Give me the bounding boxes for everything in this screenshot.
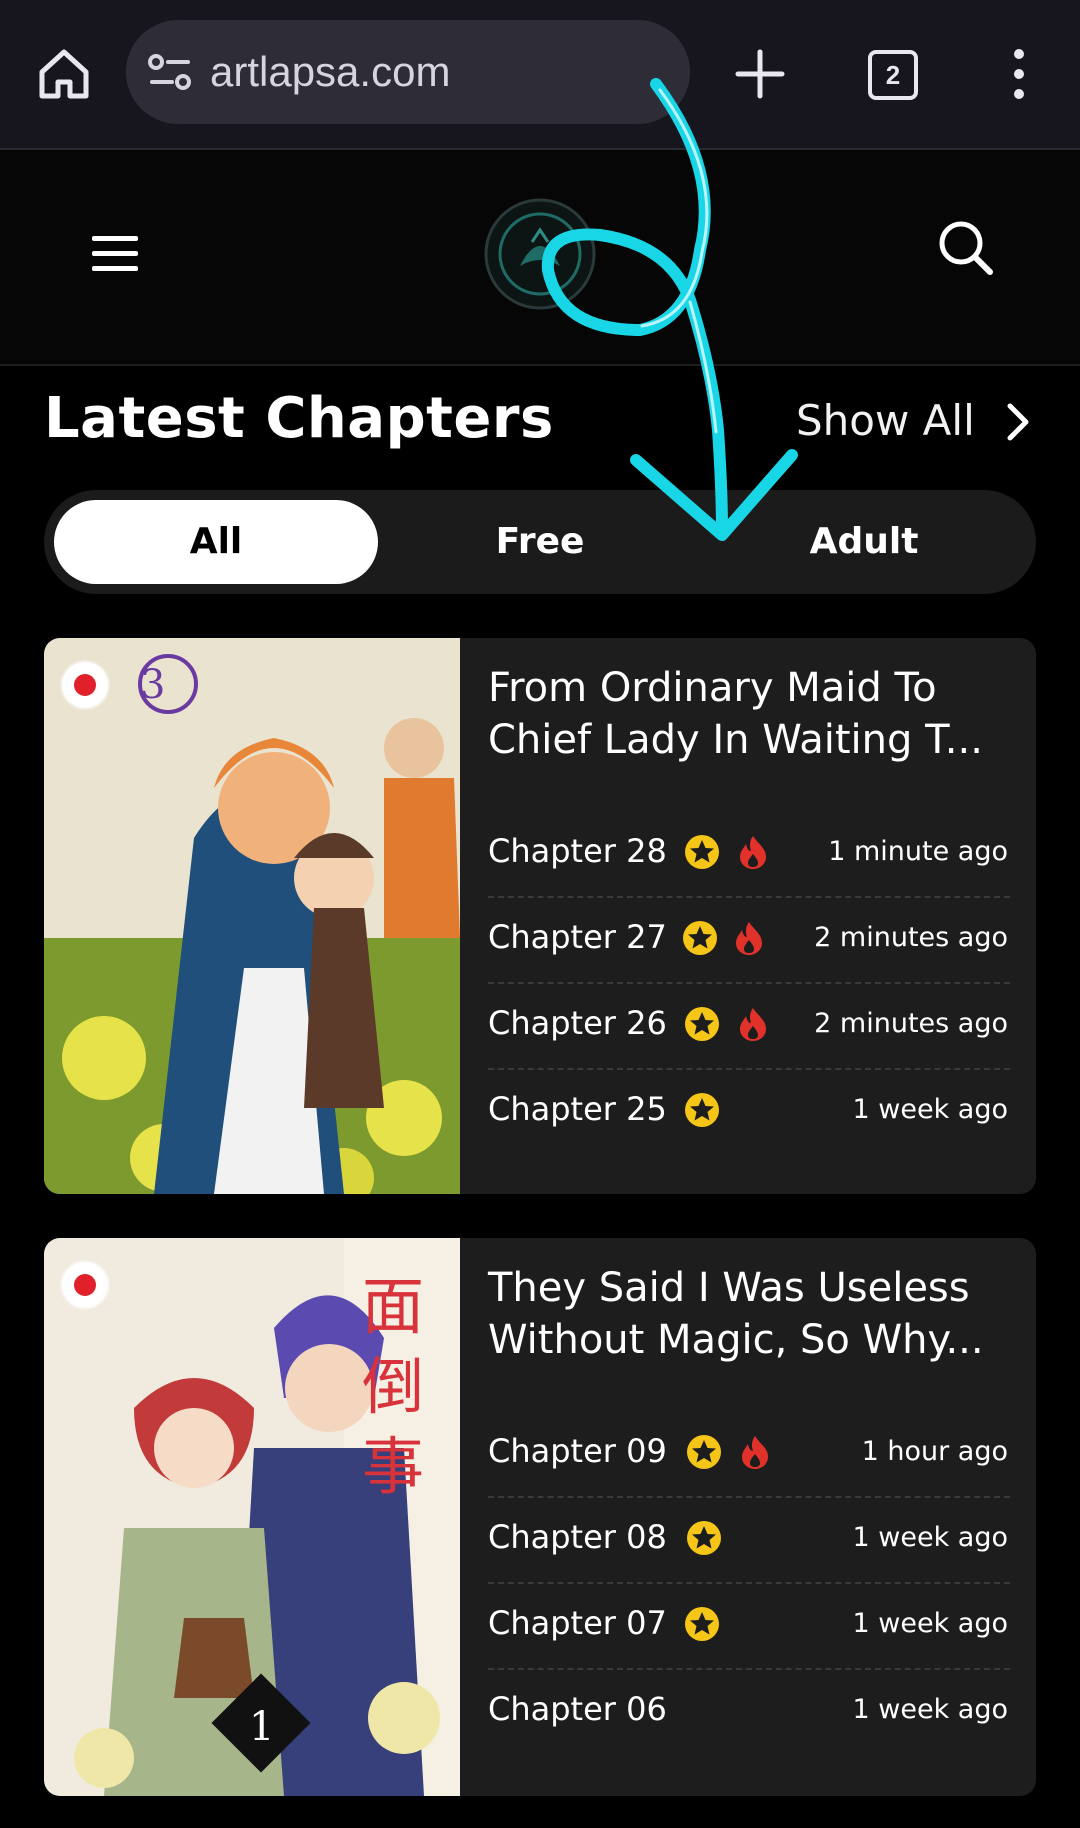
chapter-row[interactable]: Chapter 08 1 week ago	[488, 1496, 1010, 1584]
cover-text: 面	[362, 1270, 424, 1343]
site-header	[0, 150, 1080, 366]
japan-flag-icon	[62, 1262, 108, 1308]
chapter-row[interactable]: Chapter 25 1 week ago	[488, 1068, 1010, 1154]
chapter-name[interactable]: Chapter 25	[488, 1090, 667, 1128]
tab-free[interactable]: Free	[378, 500, 702, 584]
star-badge-icon	[687, 1521, 721, 1555]
hamburger-menu-icon[interactable]	[90, 234, 140, 274]
star-badge-icon	[685, 1093, 719, 1127]
chapter-time: 1 hour ago	[861, 1436, 1008, 1467]
chapter-row[interactable]: Chapter 06 1 week ago	[488, 1668, 1010, 1754]
fire-hot-icon	[740, 1008, 766, 1041]
cover-text: 倒	[362, 1350, 424, 1423]
chapter-name[interactable]: Chapter 26	[488, 1004, 667, 1042]
manga-cover-image[interactable]: 1 面 倒 事	[44, 1238, 460, 1796]
star-badge-icon	[683, 921, 717, 955]
chapter-time: 2 minutes ago	[814, 1008, 1008, 1039]
chapter-row[interactable]: Chapter 09 1 hour ago	[488, 1410, 1010, 1498]
chapter-name[interactable]: Chapter 08	[488, 1518, 667, 1556]
chapter-time: 1 week ago	[852, 1608, 1009, 1639]
browser-toolbar: artlapsa.com 2	[0, 0, 1080, 150]
manga-title[interactable]: From Ordinary Maid To Chief Lady In Wait…	[488, 662, 1008, 766]
star-badge-icon	[685, 1607, 719, 1641]
cover-text: 事	[362, 1430, 424, 1503]
star-badge-icon	[685, 1007, 719, 1041]
tab-all[interactable]: All	[54, 500, 378, 584]
chapter-name[interactable]: Chapter 27	[488, 918, 667, 956]
tab-switcher-button[interactable]: 2	[868, 50, 918, 100]
cover-art-illustration: 1 面 倒 事	[44, 1238, 460, 1796]
chapter-time: 2 minutes ago	[814, 922, 1008, 953]
home-icon[interactable]	[34, 44, 94, 104]
search-icon[interactable]	[936, 218, 996, 278]
site-settings-icon[interactable]	[148, 52, 192, 92]
chapter-time: 1 week ago	[852, 1522, 1009, 1553]
fire-hot-icon	[736, 922, 762, 955]
site-logo-icon[interactable]	[482, 196, 598, 312]
japan-flag-icon	[62, 662, 108, 708]
manga-title[interactable]: They Said I Was Useless Without Magic, S…	[488, 1262, 1008, 1366]
chapter-name[interactable]: Chapter 07	[488, 1604, 667, 1642]
fire-hot-icon	[742, 1436, 768, 1469]
chapter-time: 1 minute ago	[828, 836, 1008, 867]
cover-volume-number: 1	[249, 1704, 274, 1750]
chapter-row[interactable]: Chapter 28 1 minute ago	[488, 810, 1010, 898]
star-badge-icon	[685, 835, 719, 869]
chapter-row[interactable]: Chapter 07 1 week ago	[488, 1582, 1010, 1670]
chapter-name[interactable]: Chapter 09	[488, 1432, 667, 1470]
chapter-name[interactable]: Chapter 06	[488, 1690, 667, 1728]
manga-cover-image[interactable]: 3	[44, 638, 460, 1194]
chapter-time: 1 week ago	[852, 1694, 1009, 1725]
chapter-row[interactable]: Chapter 26 2 minutes ago	[488, 982, 1010, 1070]
cover-art-illustration: 3	[44, 638, 460, 1194]
manga-card[interactable]: 3 From Ordinary Maid To Chief Lady In Wa…	[44, 638, 1036, 1194]
fire-hot-icon	[740, 836, 766, 869]
url-text[interactable]: artlapsa.com	[210, 48, 450, 96]
manga-card[interactable]: 1 面 倒 事 They Said I Was Useless Without …	[44, 1238, 1036, 1796]
show-all-link[interactable]: Show All	[796, 396, 975, 445]
chapter-time: 1 week ago	[852, 1094, 1009, 1125]
filter-tabs: All Free Adult	[44, 490, 1036, 594]
section-title: Latest Chapters	[44, 386, 554, 451]
chevron-right-icon[interactable]	[1002, 402, 1032, 442]
tab-adult[interactable]: Adult	[702, 500, 1026, 584]
star-badge-icon	[687, 1435, 721, 1469]
new-tab-icon[interactable]	[734, 44, 786, 104]
address-bar[interactable]: artlapsa.com	[126, 20, 690, 124]
chapter-name[interactable]: Chapter 28	[488, 832, 667, 870]
chapter-row[interactable]: Chapter 27 2 minutes ago	[488, 896, 1010, 984]
more-menu-icon[interactable]	[1004, 46, 1034, 102]
